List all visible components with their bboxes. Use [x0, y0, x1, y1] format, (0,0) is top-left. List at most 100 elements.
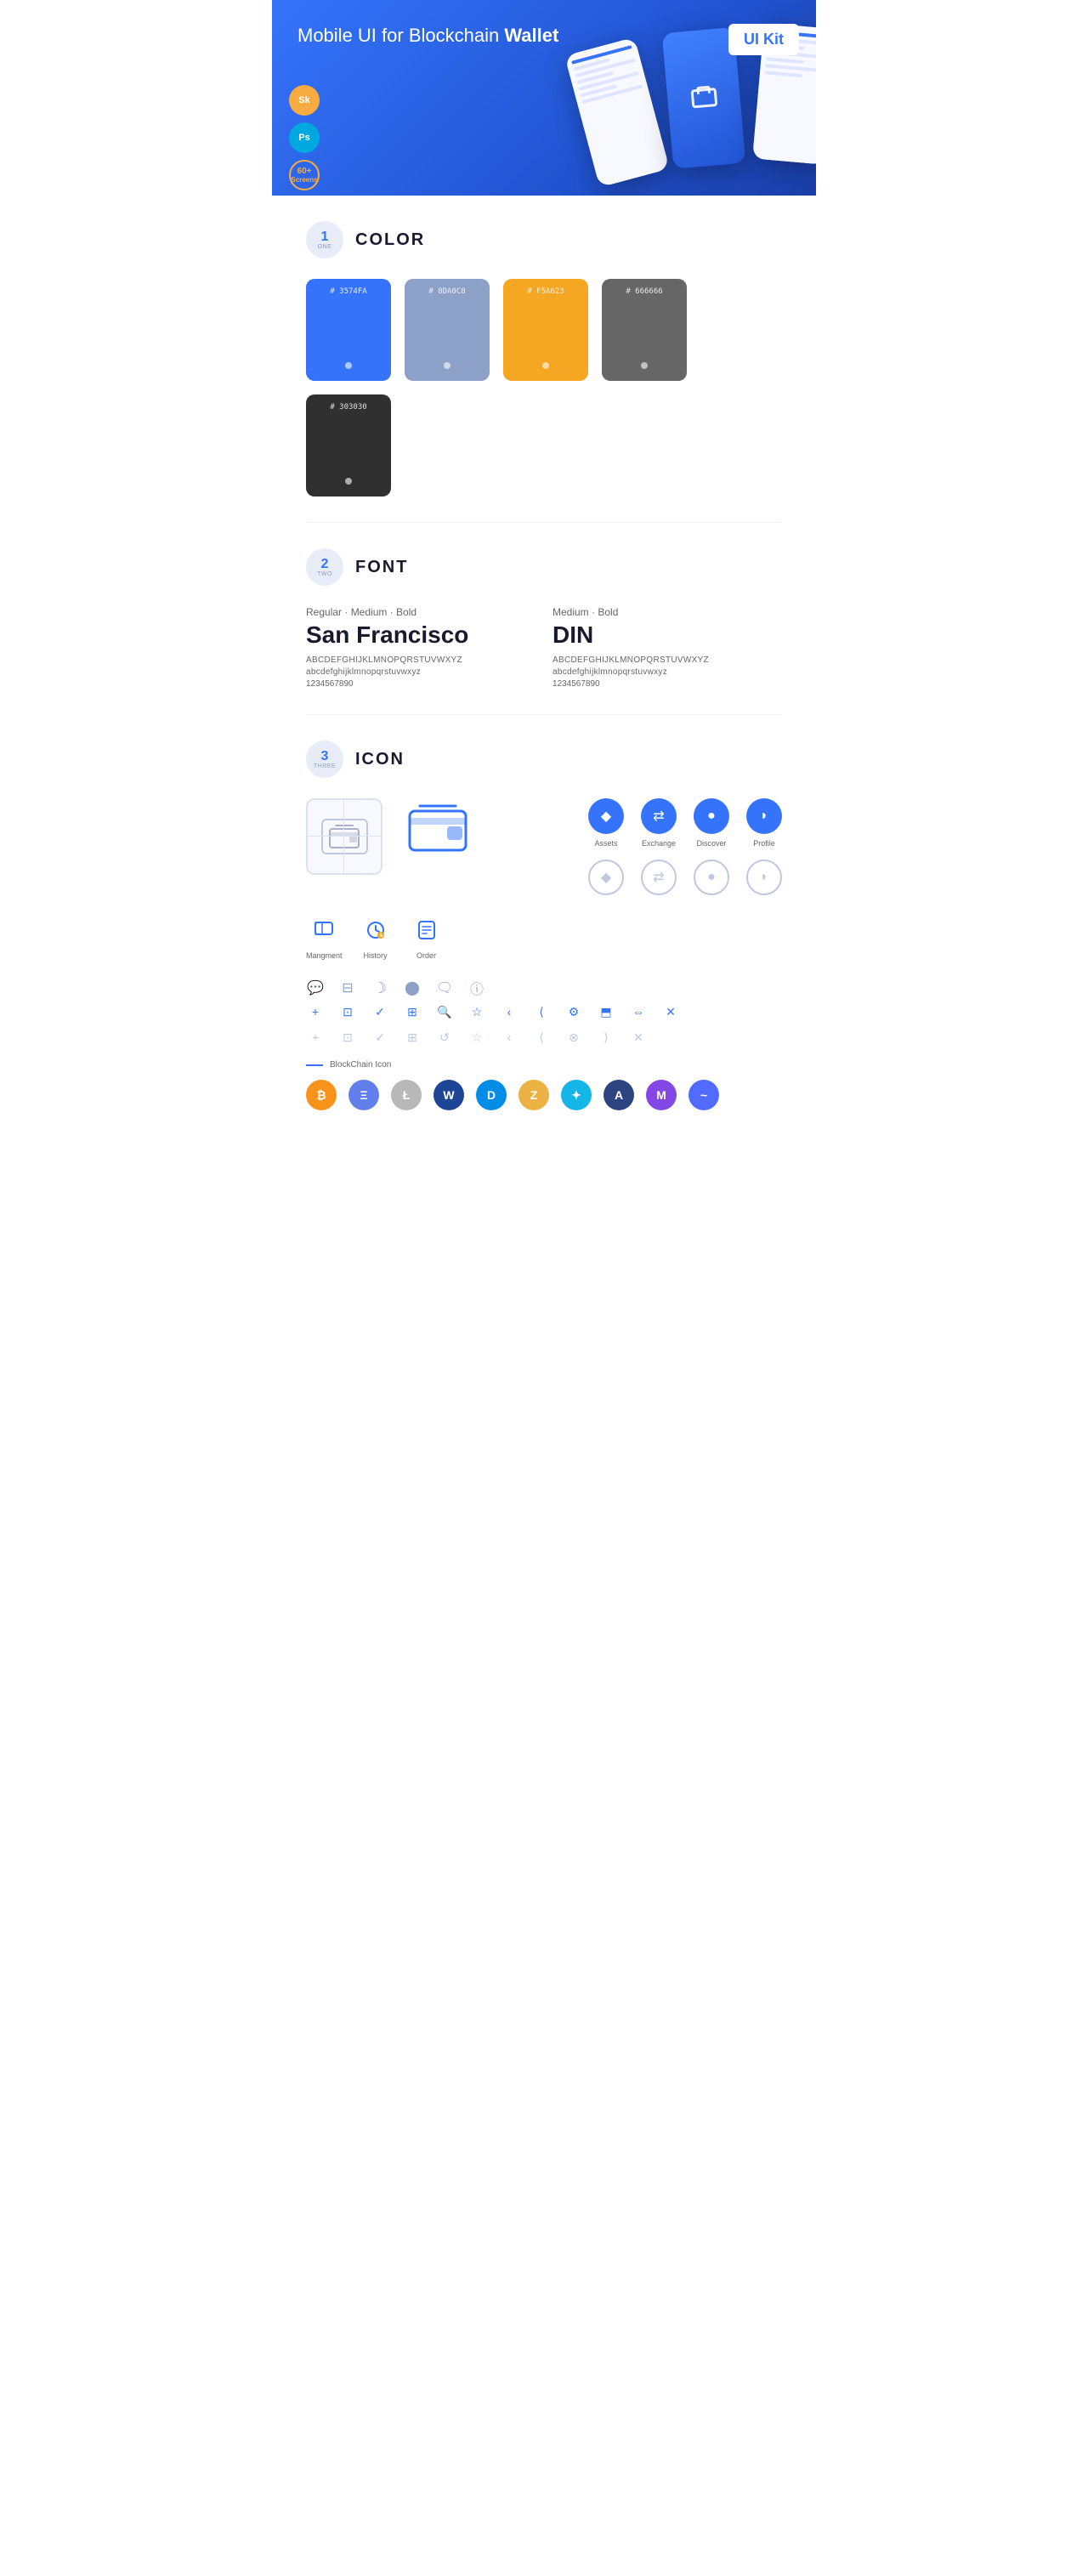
crypto-icon-eth: Ξ	[348, 1080, 379, 1110]
tool-icon-active-grid: ⊞	[403, 1002, 422, 1021]
misc-icon-circle: ⬤	[403, 979, 422, 997]
nav-icons-filled-row: ◆ Assets ⇄ Exchange ● Discover ◗ Profile	[588, 798, 782, 848]
misc-icons-row: 💬 ⊟ ☽ ⬤ 🗨 ⓘ	[306, 973, 782, 1002]
color-swatch-1: # 8DA0C8	[405, 279, 490, 381]
misc-icon-speech: 💬	[306, 979, 325, 997]
icon-section: 3 THREE ICON	[272, 715, 816, 1136]
hero-title: Mobile UI for Blockchain Wallet	[298, 24, 790, 48]
nav-icon-circle-filled-2: ●	[694, 798, 729, 834]
nav-icon-ghost-profile: ◗	[746, 860, 782, 895]
font-numbers-1: 1234567890	[552, 679, 782, 689]
section-number-2: 2 TWO	[306, 548, 343, 586]
font-upper-1: ABCDEFGHIJKLMNOPQRSTUVWXYZ	[552, 655, 782, 665]
bottom-nav-label-0: Mangment	[306, 951, 343, 960]
font-card-0: Regular · Medium · Bold San Francisco AB…	[306, 606, 536, 689]
nav-icon-ghost-exchange: ⇄	[641, 860, 677, 895]
font-lower-1: abcdefghijklmnopqrstuvwxyz	[552, 667, 782, 677]
nav-icon-filled-profile: ◗ Profile	[746, 798, 782, 848]
swatch-dot-1	[444, 362, 450, 369]
tool-icon-ghost-grid: ⊞	[403, 1028, 422, 1047]
nav-icon-circle-filled-1: ⇄	[641, 798, 677, 834]
tool-icon-ghost-list: ⊡	[338, 1028, 357, 1047]
tool-icons-active-row: +⊡✓⊞🔍☆‹⟨⚙⬒⇔✕	[306, 1002, 782, 1021]
font-title: FONT	[355, 558, 408, 577]
color-section-header: 1 ONE COLOR	[306, 221, 782, 258]
font-lower-0: abcdefghijklmnopqrstuvwxyz	[306, 667, 536, 677]
nav-icon-circle-ghost-3: ◗	[746, 860, 782, 895]
bottom-nav-mangment: Mangment	[306, 912, 343, 960]
color-swatch-2: # F5A623	[503, 279, 588, 381]
nav-icon-ghost-discover: ●	[694, 860, 729, 895]
tool-icon-active-star: ☆	[468, 1002, 486, 1021]
misc-icon-moon: ☽	[371, 979, 389, 997]
font-style-1: Medium · Bold	[552, 606, 782, 618]
tool-icon-active-close: ✕	[661, 1002, 680, 1021]
bottom-nav-row: Mangment History Order	[306, 912, 782, 960]
tool-icon-active-add: +	[306, 1002, 325, 1021]
tool-icon-ghost-refresh: ↺	[435, 1028, 454, 1047]
tool-icon-ghost-check: ✓	[371, 1028, 389, 1047]
tool-icon-active-share: ⟨	[532, 1002, 551, 1021]
hero-section: Mobile UI for Blockchain Wallet UI Kit S…	[272, 0, 816, 196]
tool-icon-ghost-forward: ⟩	[597, 1028, 615, 1047]
icon-section-header: 3 THREE ICON	[306, 740, 782, 778]
tool-icon-ghost-x-circle: ⊗	[564, 1028, 583, 1047]
bottom-nav-label-1: History	[364, 951, 388, 960]
ps-logo: Ps	[289, 122, 320, 153]
swatch-dot-3	[641, 362, 648, 369]
font-name-1: DIN	[552, 621, 782, 649]
font-section-header: 2 TWO FONT	[306, 548, 782, 586]
swatch-dot-4	[345, 478, 352, 485]
nav-icon-label-1: Exchange	[642, 839, 676, 848]
tool-icon-ghost-share: ⟨	[532, 1028, 551, 1047]
blockchain-label: BlockChain Icon	[306, 1060, 782, 1070]
tool-icon-active-exchange: ⇔	[629, 1002, 648, 1021]
tool-icons-ghost-row: +⊡✓⊞↺☆‹⟨⊗⟩✕	[306, 1028, 782, 1047]
tool-icon-active-list: ⊡	[338, 1002, 357, 1021]
tool-icon-ghost-star: ☆	[468, 1028, 486, 1047]
phone-left	[564, 37, 670, 188]
icon-wallet-blue	[408, 798, 468, 858]
font-name-0: San Francisco	[306, 621, 536, 649]
section-number-1: 1 ONE	[306, 221, 343, 258]
font-numbers-0: 1234567890	[306, 679, 536, 689]
nav-icon-label-2: Discover	[696, 839, 726, 848]
crypto-icon-xlm: ✦	[561, 1080, 592, 1110]
bottom-nav-icon-0	[306, 912, 342, 948]
nav-icon-circle-ghost-0: ◆	[588, 860, 624, 895]
color-swatch-3: # 666666	[602, 279, 687, 381]
tool-icon-active-check: ✓	[371, 1002, 389, 1021]
bottom-nav-icon-2	[409, 912, 445, 948]
tool-icon-ghost-close: ✕	[629, 1028, 648, 1047]
icon-main-row: ◆ Assets ⇄ Exchange ● Discover ◗ Profile…	[306, 798, 782, 895]
swatch-dot-2	[542, 362, 549, 369]
nav-icon-circle-filled-0: ◆	[588, 798, 624, 834]
crypto-icon-band: ~	[688, 1080, 719, 1110]
color-swatches: # 3574FA # 8DA0C8 # F5A623 # 666666 # 30…	[306, 279, 782, 496]
nav-icon-circle-filled-3: ◗	[746, 798, 782, 834]
tool-icon-active-search: 🔍	[435, 1002, 454, 1021]
tool-icon-active-back: ‹	[500, 1002, 518, 1021]
font-section: 2 TWO FONT Regular · Medium · Bold San F…	[272, 523, 816, 714]
bottom-nav-icon-1	[358, 912, 394, 948]
crypto-icon-btc: ₿	[306, 1080, 337, 1110]
nav-icon-filled-assets: ◆ Assets	[588, 798, 624, 848]
icon-title: ICON	[355, 750, 405, 769]
nav-icon-label-0: Assets	[594, 839, 617, 848]
font-style-0: Regular · Medium · Bold	[306, 606, 536, 618]
crypto-icon-zec: Z	[518, 1080, 549, 1110]
nav-icon-filled-exchange: ⇄ Exchange	[641, 798, 677, 848]
nav-icon-ghost-assets: ◆	[588, 860, 624, 895]
nav-icon-circle-ghost-1: ⇄	[641, 860, 677, 895]
misc-icon-chat: 🗨	[435, 979, 454, 997]
font-grid: Regular · Medium · Bold San Francisco AB…	[306, 606, 782, 689]
color-title: COLOR	[355, 230, 425, 250]
nav-icons-ghost-row: ◆ ⇄ ● ◗	[588, 860, 782, 895]
ui-kit-badge: UI Kit	[728, 24, 799, 55]
nav-icon-circle-ghost-2: ●	[694, 860, 729, 895]
section-number-3: 3 THREE	[306, 740, 343, 778]
swatch-dot-0	[345, 362, 352, 369]
misc-icon-layers: ⊟	[338, 979, 357, 997]
bottom-nav-label-2: Order	[416, 951, 436, 960]
crypto-icon-ardr: A	[604, 1080, 634, 1110]
